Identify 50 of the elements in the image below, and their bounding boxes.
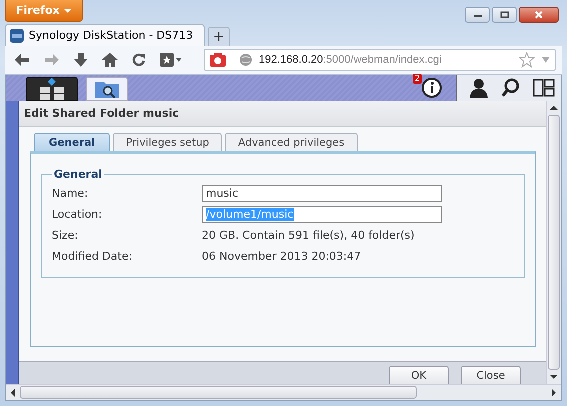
close-button[interactable] [519, 7, 559, 23]
url-text: 192.168.0.20:5000/webman/index.cgi [259, 54, 442, 66]
folder-search-icon [94, 79, 120, 99]
close-icon [534, 11, 544, 19]
minimize-button[interactable] [465, 7, 490, 23]
input-field[interactable]: music [202, 185, 442, 202]
main-menu-button[interactable] [26, 77, 78, 101]
field-label: Size: [52, 229, 80, 242]
widgets-icon[interactable] [533, 78, 555, 98]
file-station-button[interactable] [86, 77, 128, 101]
globe-icon [239, 53, 253, 67]
field-value: 20 GB. Contain 591 file(s), 40 folder(s) [202, 229, 415, 242]
dialog-title: Edit Shared Folder music [24, 107, 180, 120]
maximize-icon [500, 11, 510, 19]
scroll-up-icon[interactable] [550, 105, 558, 111]
field-label: Modified Date: [52, 250, 134, 263]
address-bar[interactable]: 192.168.0.20:5000/webman/index.cgi [204, 49, 556, 71]
field-label: Location: [52, 208, 104, 221]
dialog-button[interactable]: Close [461, 366, 521, 384]
home-icon[interactable] [102, 53, 118, 67]
star-icon[interactable] [519, 52, 535, 68]
grid-icon [39, 78, 65, 100]
scroll-left-icon[interactable] [10, 388, 16, 396]
tab[interactable]: Privileges setup [113, 133, 222, 151]
field-value: 06 November 2013 20:03:47 [202, 250, 362, 263]
scroll-down-icon[interactable] [550, 374, 558, 380]
info-icon[interactable] [422, 78, 442, 98]
bookmark-menu-icon[interactable] [160, 53, 182, 67]
user-icon[interactable] [469, 78, 489, 98]
caret-icon [64, 8, 72, 14]
camera-icon [209, 52, 227, 68]
tab[interactable]: General [34, 133, 110, 151]
search-icon[interactable] [501, 78, 521, 98]
browser-tab[interactable]: Synology DiskStation - DS713 [5, 24, 205, 46]
field-label: Name: [52, 187, 90, 200]
notification-badge: 2 [413, 74, 422, 84]
group-title: General [53, 168, 104, 181]
horizontal-scrollbar[interactable] [6, 384, 561, 400]
maximize-button[interactable] [492, 7, 517, 23]
tab[interactable]: Advanced privileges [225, 133, 358, 151]
vertical-scrollbar[interactable] [546, 101, 561, 384]
minimize-icon [472, 12, 482, 18]
new-tab-button[interactable]: + [208, 27, 230, 46]
download-icon[interactable] [74, 53, 88, 67]
site-icon [10, 28, 24, 42]
dialog-button[interactable]: OK [389, 366, 449, 384]
reload-icon[interactable] [132, 53, 146, 67]
back-icon[interactable] [14, 53, 30, 67]
tab-title: Synology DiskStation - DS713 [29, 29, 194, 42]
scroll-right-icon[interactable] [551, 388, 557, 396]
